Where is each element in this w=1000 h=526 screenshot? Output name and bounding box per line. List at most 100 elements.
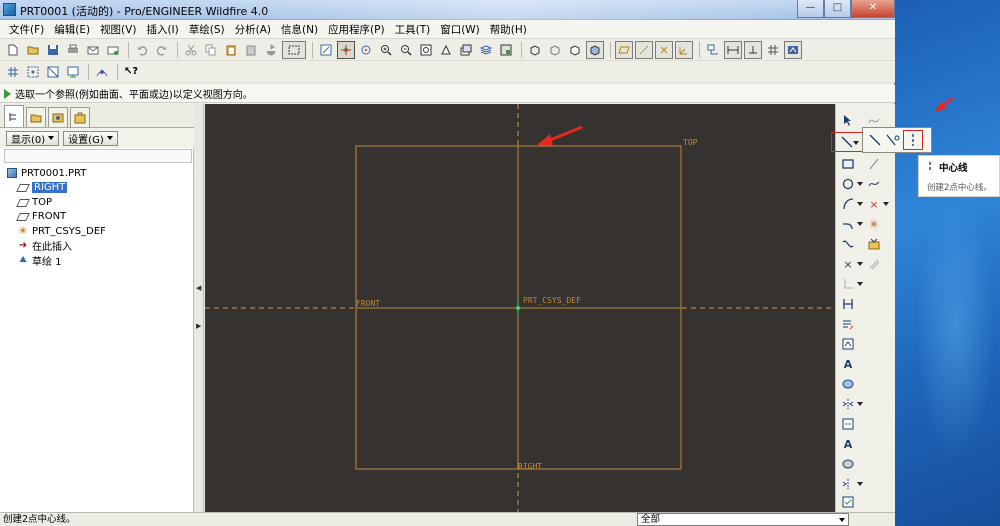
undo-icon[interactable] <box>133 41 151 59</box>
orient-mode-icon[interactable] <box>357 41 375 59</box>
diagnostic-icon[interactable] <box>840 416 856 432</box>
spin-center-icon[interactable] <box>337 40 355 59</box>
datum-axes-toggle-icon[interactable] <box>635 40 653 59</box>
use-edge-icon[interactable] <box>866 236 882 252</box>
minimize-button[interactable]: — <box>797 0 824 18</box>
circle-icon[interactable] <box>840 176 856 192</box>
sketch-orient-icon[interactable] <box>64 63 82 81</box>
line-icon[interactable] <box>867 132 883 148</box>
csys-toggle-icon[interactable] <box>675 40 693 59</box>
dimension-icon[interactable] <box>840 296 856 312</box>
zoom-out-icon[interactable] <box>397 41 415 59</box>
line-tool-button[interactable] <box>831 132 863 152</box>
tangent-line-icon[interactable] <box>885 132 901 148</box>
chevron-down-icon[interactable] <box>857 402 863 406</box>
trim-icon[interactable]: × <box>840 256 856 272</box>
mail-link-icon[interactable] <box>104 41 122 59</box>
regenerate-icon[interactable] <box>262 41 280 59</box>
offset-edge-icon[interactable] <box>866 256 882 272</box>
collapse-left-icon[interactable]: ◀ <box>196 284 201 292</box>
tree-root[interactable]: PRT0001.PRT <box>6 166 192 181</box>
vertex-display-icon[interactable] <box>784 40 802 59</box>
settings-dropdown[interactable]: 设置(G) <box>63 130 118 146</box>
grid-display-icon[interactable] <box>764 41 782 59</box>
continue-icon[interactable] <box>840 494 856 510</box>
wireframe-icon[interactable] <box>526 41 544 59</box>
sketch-view-icon[interactable] <box>93 63 111 81</box>
repaint-icon[interactable] <box>317 41 335 59</box>
open-folder-icon[interactable] <box>24 41 42 59</box>
graphics-window[interactable]: TOP FRONT RIGHT PRT_CSYS_DEF <box>205 104 835 512</box>
rectangle-icon[interactable] <box>840 156 856 172</box>
mirror-secondary-icon[interactable] <box>840 476 856 492</box>
sketch-setup-icon[interactable] <box>24 63 42 81</box>
zoom-in-icon[interactable] <box>377 41 395 59</box>
menu-view[interactable]: 视图(V) <box>95 22 141 37</box>
coordinate-system-icon[interactable]: ✳ <box>866 216 882 232</box>
chevron-down-icon[interactable] <box>857 482 863 486</box>
chevron-down-icon[interactable] <box>857 222 863 226</box>
menu-info[interactable]: 信息(N) <box>276 22 323 37</box>
chevron-down-icon[interactable] <box>857 282 863 286</box>
tree-item-top[interactable]: TOP <box>6 195 192 210</box>
folder-browser-tab-icon[interactable] <box>26 107 46 127</box>
show-dropdown[interactable]: 显示(0) <box>6 130 60 146</box>
save-icon[interactable] <box>44 41 62 59</box>
menu-analysis[interactable]: 分析(A) <box>230 22 276 37</box>
tree-item-front[interactable]: FRONT <box>6 210 192 225</box>
constraint-display-icon[interactable] <box>744 40 762 59</box>
paste-special-icon[interactable] <box>242 41 260 59</box>
fillet-icon[interactable] <box>840 216 856 232</box>
datum-planes-toggle-icon[interactable] <box>615 40 633 59</box>
menu-help[interactable]: 帮助(H) <box>485 22 532 37</box>
connections-tab-icon[interactable] <box>70 107 90 127</box>
grid-snap-icon[interactable] <box>4 63 22 81</box>
corner-icon[interactable] <box>840 276 856 292</box>
view-manager-icon[interactable] <box>497 41 515 59</box>
close-button[interactable]: ✕ <box>851 0 895 18</box>
chevron-down-icon[interactable] <box>857 262 863 266</box>
constraints-icon[interactable] <box>840 336 856 352</box>
shading-icon[interactable] <box>586 40 604 59</box>
menu-tools[interactable]: 工具(T) <box>390 22 436 37</box>
annotation-display-icon[interactable] <box>704 41 722 59</box>
print-icon[interactable] <box>64 41 82 59</box>
no-hidden-icon[interactable] <box>566 41 584 59</box>
menu-file[interactable]: 文件(F) <box>4 22 49 37</box>
redo-icon[interactable] <box>153 41 171 59</box>
saved-views-icon[interactable] <box>457 41 475 59</box>
expand-right-icon[interactable]: ▶ <box>196 322 201 330</box>
menu-edit[interactable]: 编辑(E) <box>49 22 95 37</box>
cut-icon[interactable] <box>182 41 200 59</box>
menu-window[interactable]: 窗口(W) <box>435 22 485 37</box>
chevron-down-icon[interactable] <box>883 202 889 206</box>
chevron-down-icon[interactable] <box>857 202 863 206</box>
datum-points-toggle-icon[interactable] <box>655 40 673 59</box>
tree-item-sketch[interactable]: ⛰ 草绘 1 <box>6 253 192 268</box>
text-secondary-icon[interactable]: A <box>840 436 856 452</box>
model-tree-filter[interactable] <box>4 149 192 163</box>
copy-icon[interactable] <box>202 41 220 59</box>
tree-item-insert-here[interactable]: ➜ 在此插入 <box>6 239 192 253</box>
new-file-icon[interactable] <box>4 41 22 59</box>
modify-icon[interactable] <box>840 316 856 332</box>
sketch-references-icon[interactable] <box>44 63 62 81</box>
refit-icon[interactable] <box>417 41 435 59</box>
slanted-line-icon[interactable] <box>866 156 882 172</box>
hidden-line-icon[interactable] <box>546 41 564 59</box>
centerline-icon[interactable] <box>903 130 923 150</box>
tree-item-csys[interactable]: ✳ PRT_CSYS_DEF <box>6 224 192 239</box>
text-icon[interactable]: A <box>840 356 856 372</box>
maximize-button[interactable]: □ <box>824 0 851 18</box>
selection-filter-select[interactable]: 全部 <box>637 513 849 526</box>
palette-icon[interactable] <box>840 376 856 392</box>
menu-applications[interactable]: 应用程序(P) <box>323 22 390 37</box>
layers-icon[interactable] <box>477 41 495 59</box>
reorient-icon[interactable] <box>437 41 455 59</box>
tree-item-right[interactable]: RIGHT <box>6 181 192 196</box>
menu-sketch[interactable]: 草绘(S) <box>184 22 230 37</box>
spline-gray-icon[interactable] <box>866 112 882 128</box>
menu-insert[interactable]: 插入(I) <box>141 22 183 37</box>
panel-splitter[interactable]: ◀ ▶ <box>194 104 204 512</box>
shade-closed-loops-icon[interactable] <box>840 456 856 472</box>
